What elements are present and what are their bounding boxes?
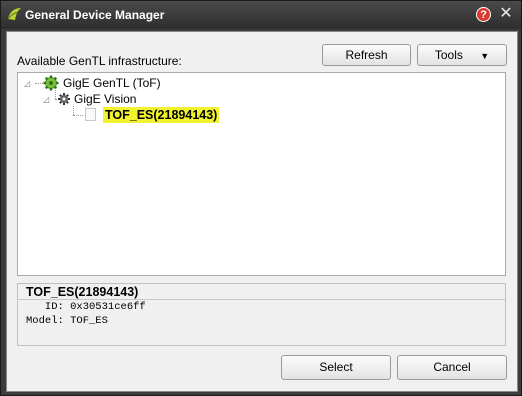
- tools-button-label: Tools: [434, 48, 463, 62]
- device-manager-window: General Device Manager ? ✕ Available Gen…: [0, 0, 522, 396]
- tree-connector: [35, 83, 43, 84]
- infrastructure-tree[interactable]: ◿ GigE GenTL (ToF) ◿ GigE Vision TOF_ES(…: [17, 72, 506, 276]
- gear-green-icon: [43, 75, 59, 91]
- chevron-down-icon: ▼: [480, 51, 490, 61]
- selected-device-label: TOF_ES(21894143): [103, 107, 220, 123]
- gear-dark-icon: [58, 93, 70, 105]
- tree-node-label: GigE GenTL (ToF): [63, 76, 161, 90]
- select-button[interactable]: Select: [281, 355, 391, 380]
- cancel-button-label: Cancel: [433, 360, 471, 374]
- tree-connector: [73, 106, 74, 115]
- title-bar[interactable]: General Device Manager ? ✕: [1, 1, 521, 29]
- window-title: General Device Manager: [25, 8, 165, 22]
- device-icon: [85, 108, 96, 121]
- tree-connector: [73, 115, 83, 116]
- available-infrastructure-label: Available GenTL infrastructure:: [17, 54, 182, 68]
- close-icon[interactable]: ✕: [497, 5, 515, 23]
- tools-button[interactable]: Tools ▼: [417, 44, 507, 66]
- dialog-body: Available GenTL infrastructure: Refresh …: [6, 31, 518, 392]
- collapse-triangle-icon[interactable]: ◿: [43, 96, 51, 104]
- device-details-title: TOF_ES(21894143): [26, 285, 139, 299]
- refresh-button-label: Refresh: [345, 48, 388, 62]
- device-details-panel: TOF_ES(21894143) ID: 0x30531ce6ff Model:…: [17, 283, 506, 346]
- device-id-line: ID: 0x30531ce6ff: [26, 301, 146, 313]
- tree-node-label: GigE Vision: [74, 92, 137, 106]
- collapse-triangle-icon[interactable]: ◿: [24, 80, 32, 88]
- device-model-line: Model: TOF_ES: [26, 315, 108, 327]
- app-logo-icon: [7, 8, 21, 20]
- select-button-label: Select: [319, 360, 353, 374]
- cancel-button[interactable]: Cancel: [397, 355, 507, 380]
- refresh-button[interactable]: Refresh: [322, 44, 411, 66]
- help-icon[interactable]: ?: [476, 7, 491, 22]
- divider: [18, 299, 505, 300]
